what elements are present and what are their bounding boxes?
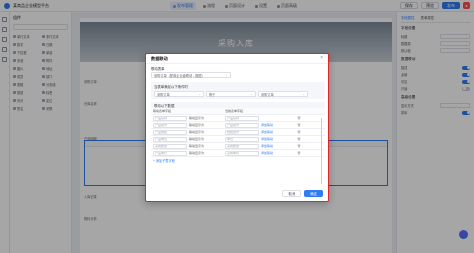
condition-title: 当表单满足以下条件时	[154, 85, 188, 89]
add-linkage-link[interactable]: 添加联动	[261, 137, 297, 141]
chevron-down-icon: ⌄	[302, 92, 305, 96]
linkage-row: 产品单价 联动显示为 采购单价 添加联动 🗑	[151, 150, 325, 157]
chevron-down-icon: ⌄	[250, 92, 253, 96]
chevron-down-icon: ⌄	[225, 73, 228, 77]
linkage-rows: 产品名称 联动显示为 产品名称 🗑 产品编号 联动显示为 产品编号 添加联动 🗑 产品规格 联动显示…	[151, 115, 325, 157]
linkage-row: 产品规格 联动显示为 规格型号 添加联动 🗑	[151, 129, 325, 136]
target-field-input[interactable]: 产品编号	[225, 122, 259, 128]
dialog-body: 联动表单 采购订单（配置企业级联动 - 数据） ⌄ 当表单满足以下条件时 采购订单…	[151, 66, 325, 188]
condition-operator-select[interactable]: 等于 ⌄	[206, 91, 256, 97]
add-linkage-link[interactable]: 添加联动	[261, 130, 297, 134]
linkage-operator: 联动显示为	[189, 137, 205, 141]
chevron-down-icon: ⌄	[198, 92, 201, 96]
linkage-table-header: 联动表单字段 当前表单字段	[151, 108, 325, 115]
add-linkage-link[interactable]: 添加联动	[261, 144, 297, 148]
dialog-header: 数据联动 ×	[146, 54, 328, 64]
target-field-input[interactable]: 采购数量	[225, 143, 259, 149]
dialog-title: 数据联动	[151, 55, 168, 61]
linkage-operator: 联动显示为	[189, 130, 205, 134]
source-field-input[interactable]: 产品名称	[153, 115, 187, 121]
close-icon[interactable]: ×	[320, 56, 323, 61]
target-field-input[interactable]: 规格型号	[225, 129, 259, 135]
linkage-row: 产品名称 联动显示为 产品名称 🗑	[151, 115, 325, 122]
condition-section: 当表单满足以下条件时 采购订单 ⌄ 等于 ⌄ 采购订单 ⌄	[151, 82, 325, 99]
target-field-input[interactable]: 产品名称	[225, 115, 259, 121]
source-field-input[interactable]: 产品单价	[153, 150, 187, 156]
add-subtable-field-link[interactable]: + 添加子表字段	[151, 157, 325, 163]
linkage-row: 产品单位 联动显示为 单位 添加联动 🗑	[151, 136, 325, 143]
source-field-input[interactable]: 产品编号	[153, 122, 187, 128]
condition-filters: 采购订单 ⌄ 等于 ⌄ 采购订单 ⌄	[154, 91, 322, 97]
linkage-row: 采购数量 联动显示为 采购数量 添加联动 🗑	[151, 143, 325, 150]
linkage-row: 产品编号 联动显示为 产品编号 添加联动 🗑	[151, 122, 325, 129]
condition-value-select[interactable]: 采购订单 ⌄	[258, 91, 308, 97]
add-linkage-link[interactable]: 添加联动	[261, 123, 297, 127]
linkage-operator: 联动显示为	[189, 123, 205, 127]
dialog-footer: 取消 确定	[282, 190, 323, 197]
ok-button[interactable]: 确定	[304, 190, 323, 197]
source-field-input[interactable]: 采购数量	[153, 143, 187, 149]
source-form-select[interactable]: 采购订单（配置企业级联动 - 数据） ⌄	[151, 72, 231, 78]
dialog-scrollbar[interactable]	[320, 118, 322, 184]
linkage-operator: 联动显示为	[189, 151, 205, 155]
linkage-table: 联动以下数据 联动表单字段 当前表单字段 产品名称 联动显示为 产品名称 🗑 产品编号联…	[151, 102, 325, 163]
column-header: 联动表单字段	[153, 109, 172, 113]
target-field-input[interactable]: 单位	[225, 136, 259, 142]
source-field-input[interactable]: 产品单位	[153, 136, 187, 142]
linkage-operator: 联动显示为	[189, 116, 205, 120]
data-linkage-dialog: 数据联动 × 联动表单 采购订单（配置企业级联动 - 数据） ⌄ 当表单满足以下条…	[145, 53, 329, 202]
target-field-input[interactable]: 采购单价	[225, 150, 259, 156]
condition-field-select[interactable]: 采购订单 ⌄	[154, 91, 204, 97]
add-linkage-link[interactable]: 添加联动	[261, 151, 297, 155]
source-form-label: 联动表单	[151, 67, 165, 71]
source-field-input[interactable]: 产品规格	[153, 129, 187, 135]
column-header: 当前表单字段	[225, 109, 244, 113]
cancel-button[interactable]: 取消	[282, 190, 302, 197]
linkage-operator: 联动显示为	[189, 144, 205, 148]
